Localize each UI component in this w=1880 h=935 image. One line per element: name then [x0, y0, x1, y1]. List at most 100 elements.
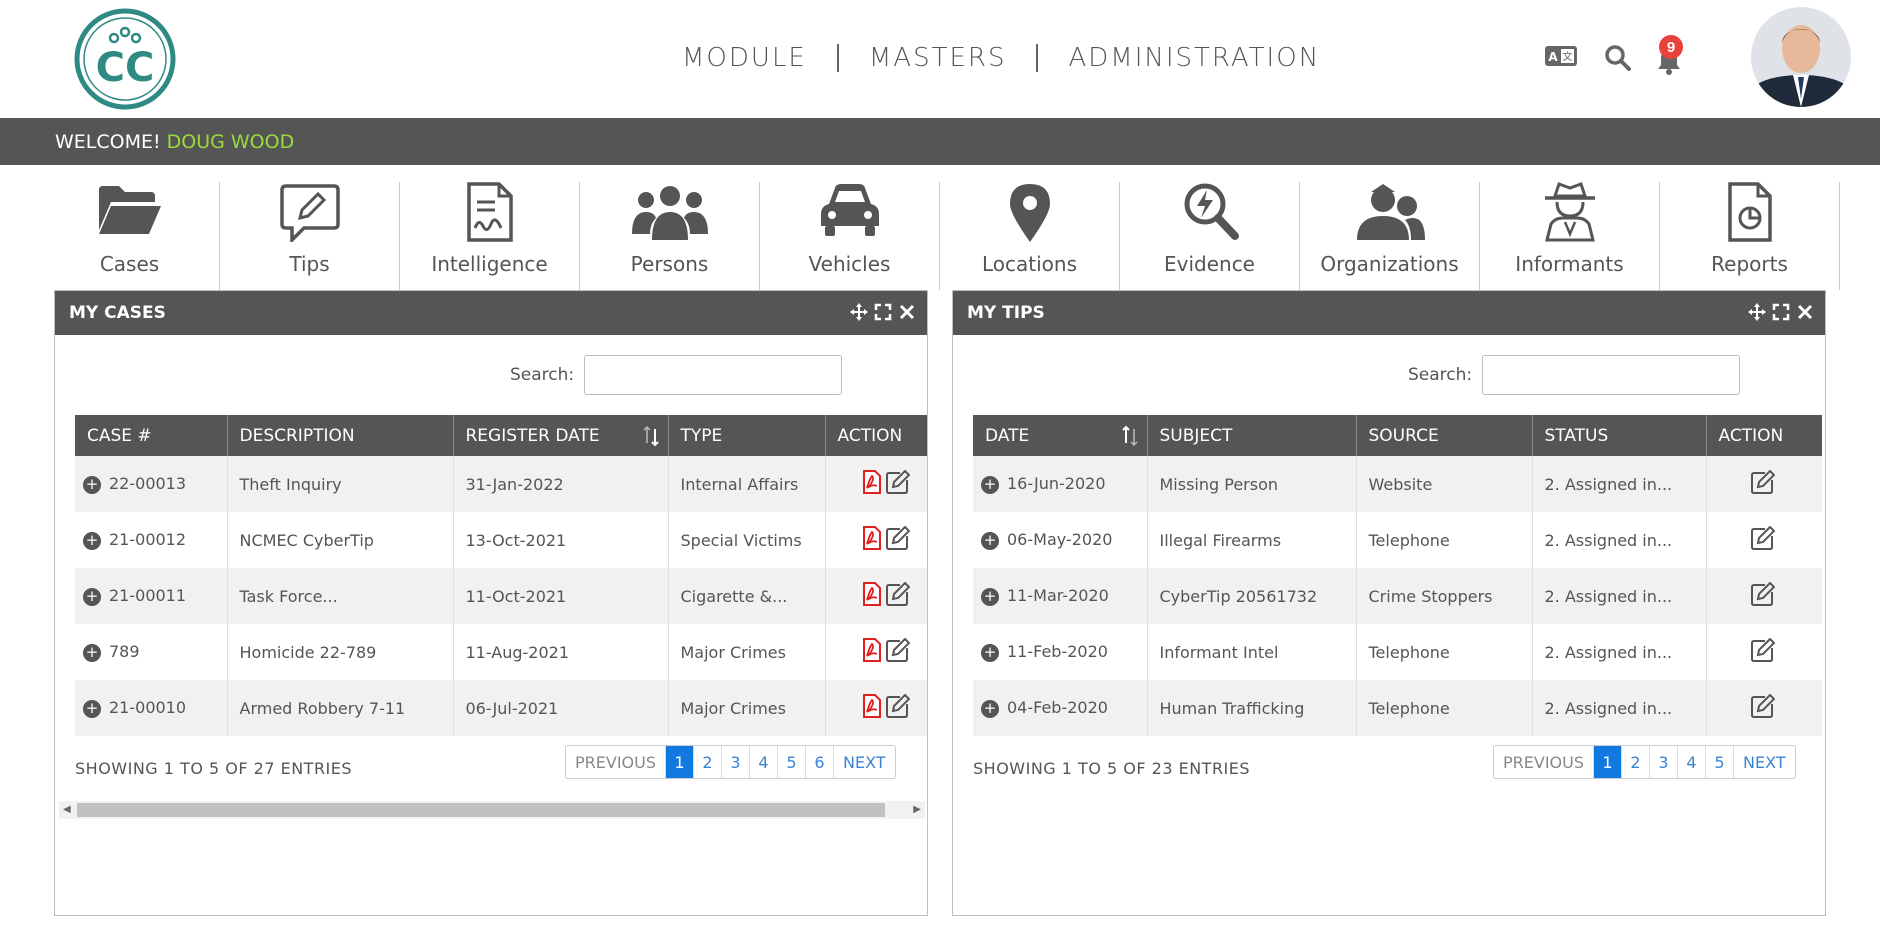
translate-icon[interactable]: A 文: [1544, 44, 1578, 73]
column-header-sorted[interactable]: DATE: [973, 415, 1148, 456]
pager-previous[interactable]: PREVIOUS: [1494, 746, 1594, 778]
pager-next[interactable]: NEXT: [834, 746, 895, 778]
column-header[interactable]: CASE #: [75, 415, 228, 456]
type-cell: Internal Affairs: [668, 456, 826, 512]
pager-next[interactable]: NEXT: [1734, 746, 1795, 778]
pager-page[interactable]: 5: [778, 746, 806, 778]
module-locations[interactable]: Locations: [940, 182, 1120, 290]
edit-icon[interactable]: [885, 638, 910, 662]
table-row[interactable]: +06-May-2020 Illegal Firearms Telephone 2. …: [973, 512, 1822, 568]
search-input[interactable]: [1482, 355, 1741, 395]
edit-icon[interactable]: [1750, 582, 1775, 606]
pdf-icon[interactable]: [862, 582, 882, 606]
pager-page[interactable]: 2: [694, 746, 722, 778]
table-row[interactable]: +04-Feb-2020 Human Trafficking Telephone 2.…: [973, 680, 1822, 736]
edit-icon[interactable]: [885, 470, 910, 494]
edit-icon[interactable]: [1750, 526, 1775, 550]
horizontal-scrollbar[interactable]: ◀ ▶: [59, 801, 925, 819]
search-input[interactable]: [584, 355, 843, 395]
column-header[interactable]: SUBJECT: [1147, 415, 1357, 456]
column-header[interactable]: STATUS: [1532, 415, 1707, 456]
table-row[interactable]: +21-00010 Armed Robbery 7-11 06-Jul-2021 Ma…: [75, 680, 927, 736]
module-vehicles[interactable]: Vehicles: [760, 182, 940, 290]
close-icon[interactable]: [1795, 302, 1815, 322]
pagination: PREVIOUS 1 2 3 4 5 NEXT: [1493, 745, 1796, 779]
fullscreen-icon[interactable]: [1771, 302, 1791, 322]
expand-row-icon[interactable]: +: [83, 643, 101, 662]
move-icon[interactable]: [1747, 302, 1767, 322]
module-reports[interactable]: Reports: [1660, 182, 1840, 290]
module-label: Tips: [289, 252, 330, 276]
pager-page[interactable]: 4: [750, 746, 778, 778]
nav-administration[interactable]: ADMINISTRATION: [1068, 43, 1320, 73]
table-row[interactable]: +11-Feb-2020 Informant Intel Telephone 2. A…: [973, 624, 1822, 680]
scroll-right-icon[interactable]: ▶: [913, 804, 921, 815]
table-row[interactable]: +789 Homicide 22-789 11-Aug-2021 Major Crim…: [75, 624, 927, 680]
notification-badge: 9: [1659, 35, 1683, 59]
module-organizations[interactable]: Organizations: [1300, 182, 1480, 290]
pager-page[interactable]: 6: [806, 746, 834, 778]
date-cell-text: 16-Jun-2020: [1007, 474, 1106, 494]
edit-icon[interactable]: [885, 694, 910, 718]
description-cell: Theft Inquiry: [227, 456, 454, 512]
module-tips[interactable]: Tips: [220, 182, 400, 290]
status-cell-text: 2. Assigned in...: [1544, 530, 1673, 550]
edit-icon[interactable]: [1750, 694, 1775, 718]
module-cases[interactable]: Cases: [40, 182, 220, 290]
pager-page[interactable]: 3: [722, 746, 750, 778]
pager-page[interactable]: 4: [1678, 746, 1706, 778]
column-header[interactable]: TYPE: [668, 415, 826, 456]
edit-icon[interactable]: [885, 582, 910, 606]
scroll-left-icon[interactable]: ◀: [63, 804, 71, 815]
description-cell: Task Force...: [227, 568, 454, 624]
nav-masters[interactable]: MASTERS: [869, 43, 1007, 73]
close-icon[interactable]: [897, 302, 917, 322]
pager-page[interactable]: 2: [1622, 746, 1650, 778]
edit-icon[interactable]: [1750, 470, 1775, 494]
expand-row-icon[interactable]: +: [981, 475, 999, 494]
expand-row-icon[interactable]: +: [83, 699, 101, 718]
avatar[interactable]: [1751, 7, 1851, 107]
column-header[interactable]: DESCRIPTION: [227, 415, 454, 456]
pager-page[interactable]: 1: [1594, 746, 1622, 778]
pdf-icon[interactable]: [862, 526, 882, 550]
pager-page[interactable]: 5: [1706, 746, 1734, 778]
subject-cell: Illegal Firearms: [1147, 512, 1357, 568]
move-icon[interactable]: [849, 302, 869, 322]
table-row[interactable]: +21-00012 NCMEC CyberTip 13-Oct-2021 Specia…: [75, 512, 927, 568]
pager-previous[interactable]: PREVIOUS: [566, 746, 666, 778]
expand-row-icon[interactable]: +: [981, 531, 999, 550]
column-header-sorted[interactable]: REGISTER DATE: [453, 415, 669, 456]
scrollbar-thumb[interactable]: [77, 803, 885, 817]
module-informants[interactable]: Informants: [1480, 182, 1660, 290]
expand-row-icon[interactable]: +: [83, 475, 101, 494]
column-header[interactable]: SOURCE: [1356, 415, 1533, 456]
sort-icon[interactable]: [642, 425, 660, 452]
expand-row-icon[interactable]: +: [83, 531, 101, 550]
pager-page[interactable]: 1: [666, 746, 694, 778]
table-row[interactable]: +21-00011 Task Force... 11-Oct-2021 Cigaret…: [75, 568, 927, 624]
expand-row-icon[interactable]: +: [981, 643, 999, 662]
search-icon[interactable]: [1604, 44, 1632, 77]
edit-icon[interactable]: [885, 526, 910, 550]
module-evidence[interactable]: Evidence: [1120, 182, 1300, 290]
module-intelligence[interactable]: Intelligence: [400, 182, 580, 290]
table-row[interactable]: +16-Jun-2020 Missing Person Website 2. Assi…: [973, 456, 1822, 512]
expand-row-icon[interactable]: +: [981, 699, 999, 718]
pager-page[interactable]: 3: [1650, 746, 1678, 778]
module-persons[interactable]: Persons: [580, 182, 760, 290]
expand-row-icon[interactable]: +: [981, 587, 999, 606]
pdf-icon[interactable]: [862, 638, 882, 662]
table-row[interactable]: +22-00013 Theft Inquiry 31-Jan-2022 Interna…: [75, 456, 927, 512]
pdf-icon[interactable]: [862, 694, 882, 718]
table-row[interactable]: +11-Mar-2020 CyberTip 20561732 Crime Stopp…: [973, 568, 1822, 624]
expand-row-icon[interactable]: +: [83, 587, 101, 606]
nav-module[interactable]: MODULE: [682, 43, 807, 73]
fullscreen-icon[interactable]: [873, 302, 893, 322]
edit-icon[interactable]: [1750, 638, 1775, 662]
pdf-icon[interactable]: [862, 470, 882, 494]
sort-icon[interactable]: [1121, 425, 1139, 452]
action-cell: [1706, 568, 1822, 624]
register-date-cell: 13-Oct-2021: [453, 512, 669, 568]
app-logo[interactable]: CC: [74, 8, 176, 110]
